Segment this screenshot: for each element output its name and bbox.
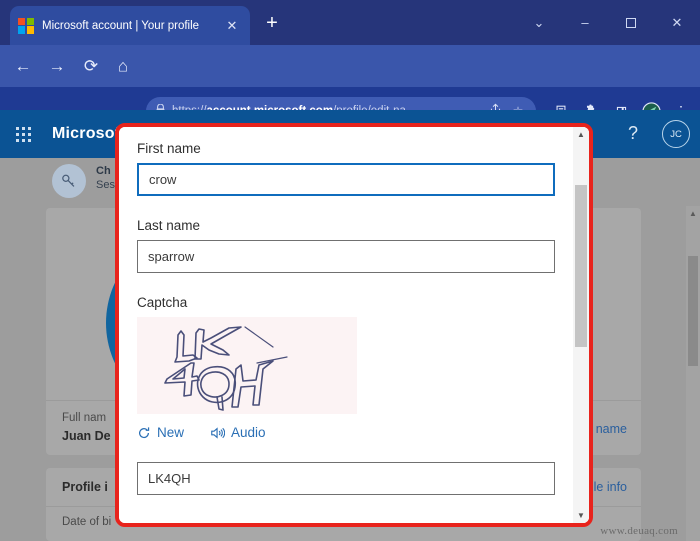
full-name-value: Juan De	[62, 429, 111, 443]
watermark: www.deuaq.com	[600, 525, 678, 537]
speaker-icon	[210, 426, 226, 440]
last-name-input[interactable]	[137, 240, 555, 273]
help-icon[interactable]: ?	[628, 123, 638, 144]
captcha-new-button[interactable]: New	[137, 425, 184, 440]
new-tab-button[interactable]: +	[258, 10, 286, 38]
last-name-label: Last name	[137, 218, 201, 233]
banner-title: Ch	[96, 165, 111, 177]
browser-toolbar: ← → ⟳ ⌂ https://account.microsoft.com/pr…	[0, 45, 700, 147]
home-button[interactable]: ⌂	[110, 58, 136, 75]
close-window-button[interactable]: ✕	[654, 0, 700, 45]
first-name-label: First name	[137, 141, 201, 156]
edit-name-dialog-highlight: First name Last name Captcha	[115, 123, 593, 527]
edit-profile-info-link[interactable]: le info	[594, 480, 627, 494]
page-scroll-up-icon[interactable]: ▲	[686, 209, 700, 218]
page-scrollbar[interactable]: ▲ ▼	[686, 206, 700, 541]
dialog-scrollbar[interactable]: ▲ ▼	[573, 127, 589, 523]
edit-name-link[interactable]: name	[596, 422, 627, 436]
captcha-image	[137, 317, 357, 414]
browser-tab[interactable]: Microsoft account | Your profile ✕	[10, 6, 250, 45]
minimize-button[interactable]: –	[562, 0, 608, 45]
back-button[interactable]: ←	[10, 58, 36, 75]
tab-search-icon[interactable]: ⌄	[516, 0, 562, 45]
edit-name-dialog: First name Last name Captcha	[119, 127, 589, 523]
security-banner: Ch Ses	[52, 164, 115, 198]
app-launcher-icon[interactable]	[12, 123, 34, 145]
first-name-input[interactable]	[137, 163, 555, 196]
avatar[interactable]: JC	[662, 120, 690, 148]
dialog-scroll-thumb[interactable]	[575, 185, 587, 347]
browser-window: Microsoft account | Your profile ✕ + ⌄ –…	[0, 0, 700, 541]
profile-info-title: Profile i	[62, 480, 108, 494]
banner-text: Ch Ses	[96, 164, 115, 192]
window-controls: ⌄ – ✕	[516, 0, 700, 45]
key-icon	[52, 164, 86, 198]
close-tab-icon[interactable]: ✕	[222, 18, 242, 34]
reload-button[interactable]: ⟳	[78, 58, 104, 75]
dialog-scroll-down-icon[interactable]: ▼	[573, 508, 589, 523]
browser-titlebar: Microsoft account | Your profile ✕ + ⌄ –…	[0, 0, 700, 45]
tab-title: Microsoft account | Your profile	[42, 19, 200, 32]
captcha-actions: New Audio	[137, 425, 555, 440]
captcha-label: Captcha	[137, 295, 188, 310]
refresh-icon	[137, 426, 151, 440]
captcha-audio-label: Audio	[231, 425, 266, 440]
maximize-button[interactable]	[608, 0, 654, 45]
page-scroll-thumb[interactable]	[688, 256, 698, 366]
forward-button[interactable]: →	[44, 58, 70, 75]
microsoft-logo-icon	[18, 17, 34, 34]
dialog-scroll-up-icon[interactable]: ▲	[573, 127, 589, 142]
captcha-audio-button[interactable]: Audio	[210, 425, 266, 440]
date-of-birth-label: Date of bi	[62, 516, 112, 528]
captcha-new-label: New	[157, 425, 185, 440]
captcha-answer-input[interactable]	[137, 462, 555, 495]
full-name-label: Full nam	[62, 412, 107, 424]
banner-subtitle: Ses	[96, 179, 115, 191]
dialog-content: First name Last name Captcha	[119, 127, 573, 523]
